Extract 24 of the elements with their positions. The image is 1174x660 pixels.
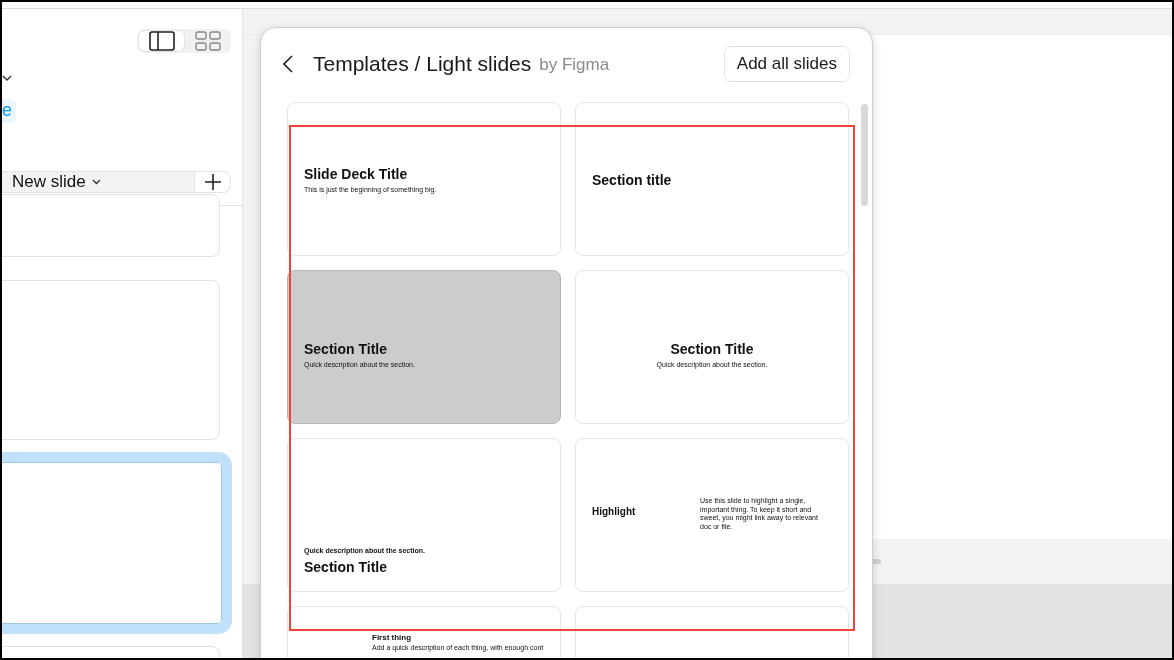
slide-title: Highlight — [592, 506, 637, 517]
scrollbar-thumb[interactable] — [861, 104, 868, 206]
chevron-down-icon — [91, 179, 101, 185]
back-icon — [283, 55, 293, 73]
new-slide-button[interactable]: New slide — [2, 172, 194, 192]
slide-title: Section Title — [304, 340, 388, 357]
slide-title: First thing — [372, 633, 413, 642]
grid-icon — [194, 31, 221, 51]
sidebar-icon — [148, 31, 175, 51]
slide-title: Slide Deck Title — [304, 166, 409, 182]
slide-title: Section title — [592, 172, 673, 188]
slide-title: Section Title — [304, 559, 388, 575]
slide-title: Section Title — [670, 340, 754, 357]
slide-thumbnail[interactable] — [2, 280, 220, 440]
slide-thumbnail[interactable] — [2, 194, 220, 257]
breadcrumb-title: Templates / Light slides — [313, 52, 532, 76]
add-slide-button[interactable] — [194, 172, 230, 192]
chevron-down-icon[interactable] — [2, 74, 12, 82]
slide-thumbnail[interactable] — [2, 452, 232, 634]
view-toggle-option[interactable] — [138, 30, 185, 52]
slide-template-card[interactable]: Section title — [575, 102, 849, 256]
add-all-slides-button[interactable]: Add all slides — [723, 46, 850, 82]
author-label: by Figma — [539, 55, 610, 75]
plus-icon — [203, 173, 222, 191]
